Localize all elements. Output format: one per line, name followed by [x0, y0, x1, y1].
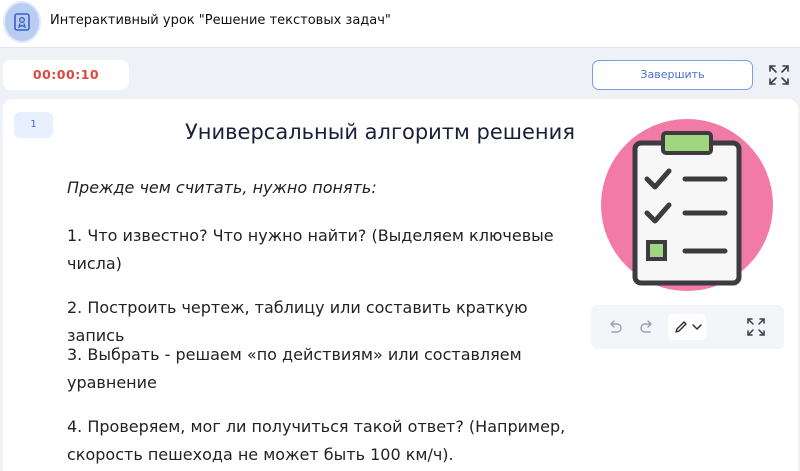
lesson-timer: 00:00:10 [3, 60, 129, 90]
chevron-down-icon [692, 324, 702, 331]
fullscreen-icon[interactable] [764, 61, 794, 89]
pen-tool-select[interactable] [668, 314, 706, 340]
finish-button[interactable]: Завершить [592, 60, 753, 90]
checklist-clipboard-icon [599, 117, 775, 297]
algorithm-step-3: 3. Выбрать - решаем «по действиям» или с… [67, 345, 522, 392]
fullscreen-icon[interactable] [746, 317, 766, 341]
document-badge-icon [5, 3, 39, 41]
algorithm-step-1: 1. Что известно? Что нужно найти? (Выдел… [67, 226, 554, 273]
slide-title: Универсальный алгоритм решения [185, 120, 575, 144]
pen-icon [675, 321, 687, 333]
slide-intro: Прежде чем считать, нужно понять: [67, 178, 377, 197]
undo-icon[interactable] [607, 319, 623, 338]
slide-number-badge[interactable]: 1 [14, 112, 53, 138]
algorithm-step-4: 4. Проверяем, мог ли получиться такой от… [67, 417, 566, 464]
redo-icon[interactable] [639, 319, 655, 338]
drawing-toolbar [591, 305, 784, 349]
lesson-title: Интерактивный урок "Решение текстовых за… [50, 13, 391, 28]
top-bar: Интерактивный урок "Решение текстовых за… [0, 0, 800, 48]
